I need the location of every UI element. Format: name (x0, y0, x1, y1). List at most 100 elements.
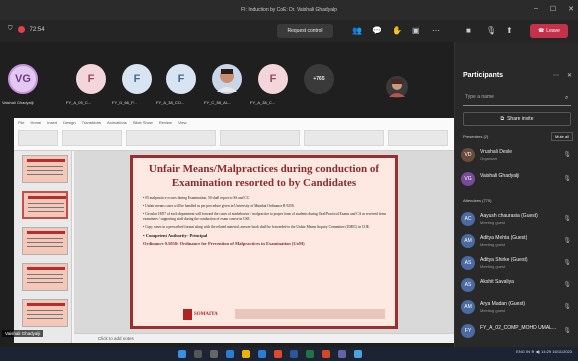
chat-icon[interactable]: 💬 (372, 26, 382, 35)
ribbon-tab[interactable]: Transitions (82, 120, 101, 125)
participant-row[interactable]: AM Aditya Mehta (Guest) Meeting guest 🎙 (461, 232, 575, 252)
ribbon-tabs: File Home Insert Design Transitions Anim… (18, 120, 187, 125)
people-icon[interactable]: 👥 (352, 26, 362, 35)
avatar: VD (461, 148, 475, 162)
search-icon[interactable] (194, 350, 202, 358)
more-icon[interactable]: ⋯ (553, 72, 559, 79)
system-tray[interactable]: ENG IN ≋ ◀) 14:29 16/11/2023 (516, 349, 572, 354)
participant-tile[interactable]: F (76, 64, 106, 94)
attendees-header[interactable]: Attendees (770) (463, 198, 491, 203)
ribbon-tab[interactable]: File (18, 120, 24, 125)
slides-group[interactable] (62, 130, 122, 146)
participant-row[interactable]: AM Arya Madan (Guest) Meeting guest 🎙 (461, 298, 575, 318)
slide-thumbnail[interactable] (22, 227, 68, 255)
ribbon-tab[interactable]: Review (159, 120, 172, 125)
raise-hand-icon[interactable]: ✋ (392, 26, 402, 35)
mail-icon[interactable] (258, 350, 266, 358)
view-icon[interactable]: ▣ (412, 26, 420, 35)
wifi-icon: ≋ (531, 349, 535, 354)
mic-muted-icon: 🎙 (563, 152, 571, 158)
tray-date: 16/11/2023 (552, 349, 572, 354)
ribbon-tab[interactable]: Design (63, 120, 75, 125)
participant-row[interactable]: AS Akshit Savaliya 🎙 (461, 276, 575, 296)
somaiya-logo: SOMAIYA (183, 304, 229, 324)
participant-tile[interactable]: F (258, 64, 288, 94)
close-icon[interactable]: ✕ (568, 5, 574, 13)
avatar: VG (461, 172, 475, 186)
participant-name: Arya Madan (Guest) (480, 301, 526, 307)
camera-icon[interactable]: ■ (466, 26, 471, 35)
participant-tile[interactable]: F (122, 64, 152, 94)
participant-tile[interactable]: F (166, 64, 196, 94)
avatar-initials: F (177, 73, 185, 85)
slide-bullet: • Copy cases in a prescribed format alon… (143, 225, 370, 229)
slide-thumbnail[interactable] (22, 299, 68, 327)
ppt-ribbon: File Home Insert Design Transitions Anim… (14, 118, 454, 151)
window-title: FI: Induction by CoE: Dr. Vaishali Ghady… (241, 7, 337, 13)
powerpoint-icon[interactable] (322, 350, 330, 358)
file-explorer-icon[interactable] (242, 350, 250, 358)
participant-photo-tile[interactable] (212, 64, 242, 94)
more-icon[interactable]: ⋯ (432, 26, 440, 35)
slide-bullet: • Unfair means cases will be handled as … (143, 204, 295, 208)
notes-pane[interactable]: Click to add notes (74, 333, 454, 343)
slide-thumbnail[interactable] (22, 155, 68, 183)
window-controls: – ☐ ✕ (534, 5, 574, 13)
share-icon: ⧉ (500, 116, 505, 122)
slide-thumbnail-selected[interactable] (22, 191, 68, 219)
leave-button[interactable]: ☎ Leave (530, 24, 568, 38)
avatar: AC (461, 212, 475, 226)
participant-row[interactable]: AS Aditya Shirke (Guest) Meeting guest 🎙 (461, 254, 575, 274)
paragraph-group[interactable] (220, 130, 300, 146)
participant-name: Akshit Savaliya (480, 279, 514, 285)
slide-authority: • Competent Authority- Principal (143, 233, 208, 238)
ribbon-tab[interactable]: Animations (107, 120, 127, 125)
drawing-group[interactable] (304, 130, 384, 146)
participant-row[interactable]: FY FY_A_02_COMP_MOHD UMAL... 🎙 (461, 322, 575, 342)
ribbon-tab[interactable]: Slide Show (133, 120, 153, 125)
participant-row[interactable]: VD Vrushali Desle Organizer 🎙 (461, 146, 575, 166)
participant-search-input[interactable]: Type a name (463, 94, 571, 106)
participant-row[interactable]: AC Aayush chaurasia (Guest) Meeting gues… (461, 210, 575, 230)
mic-icon: 🎙 (563, 176, 571, 182)
close-icon[interactable]: ✕ (567, 72, 572, 79)
mic-icon[interactable]: 🎙 (486, 26, 496, 35)
office-icon[interactable] (274, 350, 282, 358)
volume-icon: ◀) (535, 349, 540, 354)
ribbon-tab[interactable]: Home (30, 120, 41, 125)
more-participants-tile[interactable]: +765 (304, 64, 334, 94)
start-icon[interactable] (178, 350, 186, 358)
participant-photo-tile[interactable] (386, 76, 408, 98)
meeting-toolbar: ⛉ 72:54 Request control 👥 💬 ✋ ▣ ⋯ ■ 🎙 ⬆ … (0, 20, 578, 42)
participant-tile[interactable]: VG (8, 64, 38, 94)
chrome-icon[interactable] (354, 350, 362, 358)
avatar-initials: F (133, 73, 141, 85)
presenters-header[interactable]: Presenters (2) (463, 134, 488, 139)
ribbon-tab[interactable]: Insert (47, 120, 57, 125)
share-screen-icon[interactable]: ⬆ (506, 26, 513, 35)
windows-taskbar: ENG IN ≋ ◀) 14:29 16/11/2023 (0, 347, 578, 361)
teams-icon[interactable] (338, 350, 346, 358)
participant-label: FY_D_66_P... (112, 100, 137, 105)
task-view-icon[interactable] (210, 350, 218, 358)
maximize-icon[interactable]: ☐ (550, 5, 556, 13)
panel-title: Participants (463, 72, 504, 79)
participant-role: Meeting guest (480, 308, 506, 313)
mute-all-button[interactable]: Mute all (551, 132, 574, 141)
word-icon[interactable] (290, 350, 298, 358)
request-control-button[interactable]: Request control (277, 24, 333, 38)
excel-icon[interactable] (306, 350, 314, 358)
slide-thumbnail[interactable] (22, 263, 68, 291)
font-group[interactable] (126, 130, 216, 146)
ribbon-tab[interactable]: View (178, 120, 187, 125)
participant-row[interactable]: VG Vaishali Ghadyalji 🎙 (461, 170, 575, 190)
participant-label: Vaishali Ghadyalji (2, 100, 34, 105)
clipboard-group[interactable] (18, 130, 58, 146)
share-invite-button[interactable]: ⧉ Share invite (463, 112, 571, 126)
participant-role: Organizer (480, 156, 498, 161)
leave-label: Leave (546, 28, 560, 34)
editing-group[interactable] (388, 130, 448, 146)
edge-icon[interactable] (226, 350, 234, 358)
current-slide[interactable]: Unfair Means/Malpractices during conduct… (130, 155, 398, 329)
minimize-icon[interactable]: – (534, 5, 538, 13)
